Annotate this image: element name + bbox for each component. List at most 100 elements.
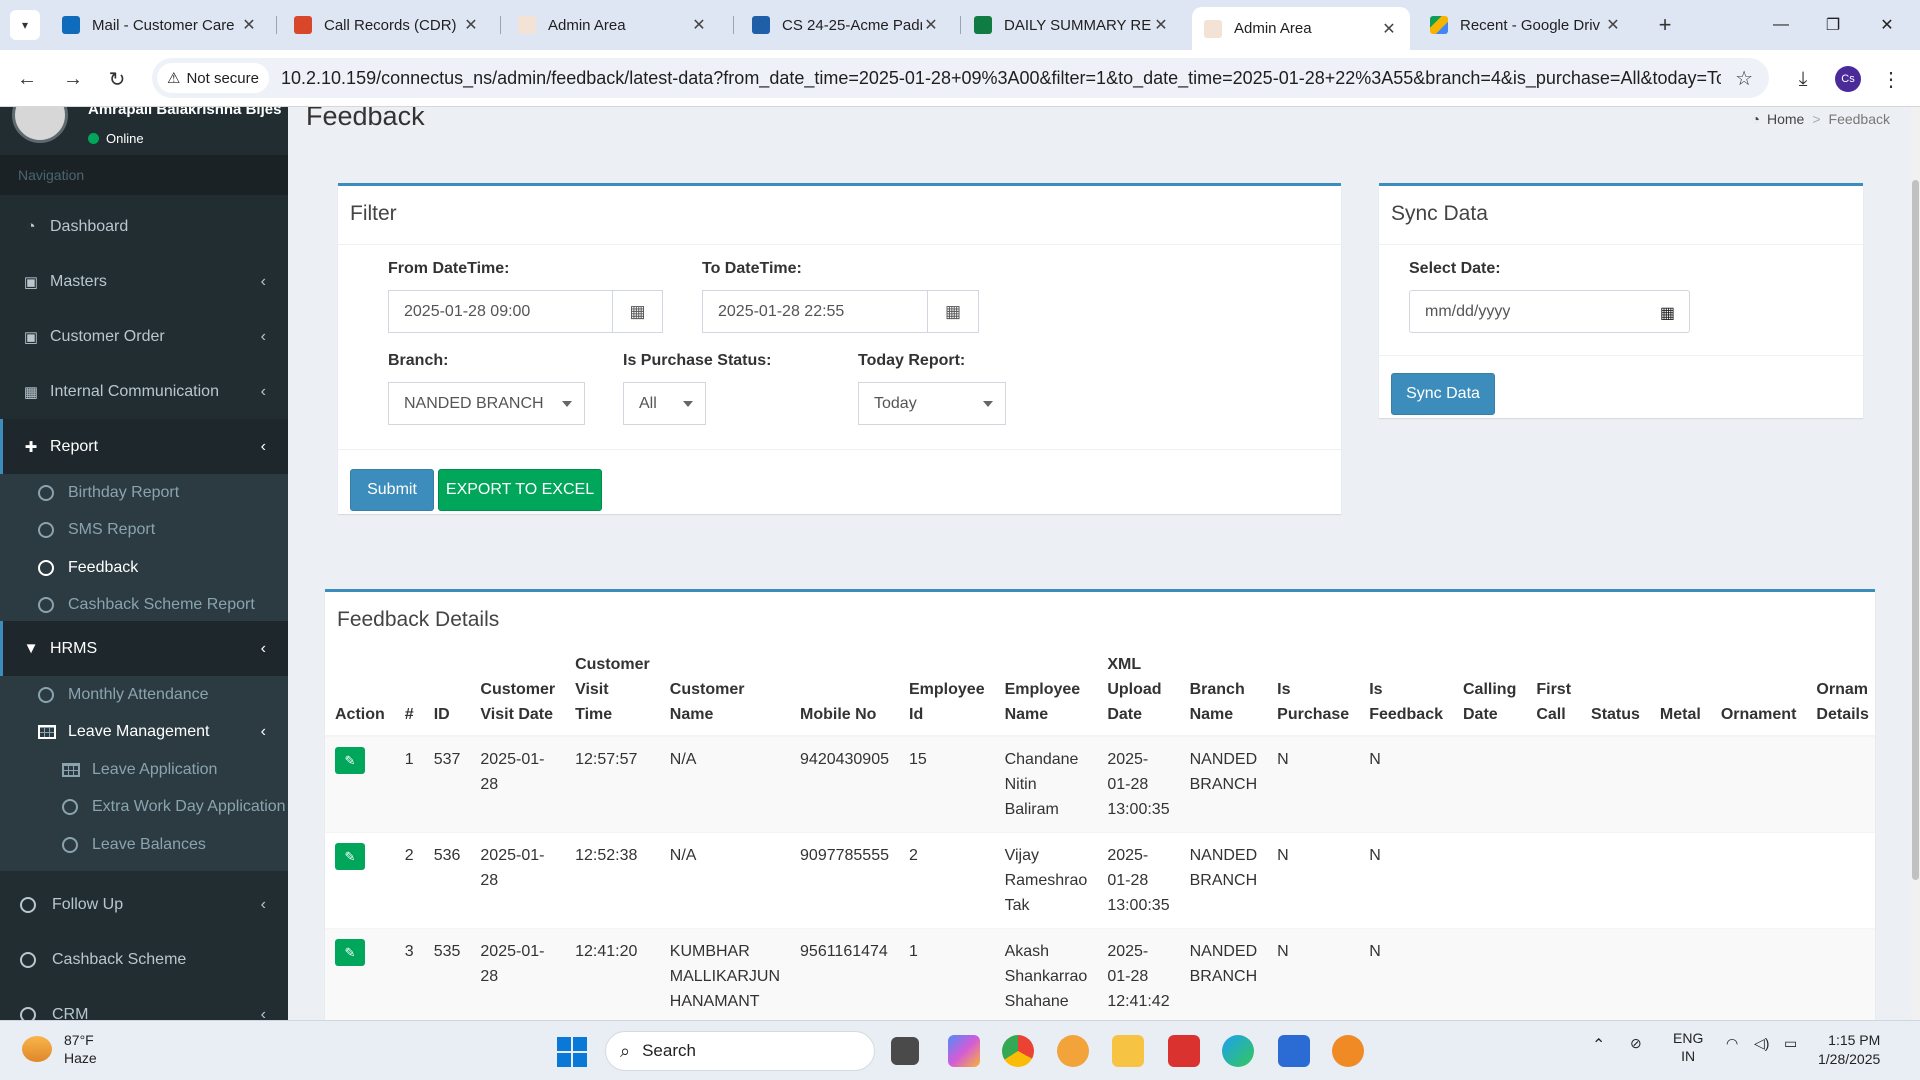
sidebar-item-customer-order[interactable]: ▣ Customer Order ‹ (0, 309, 288, 364)
column-header[interactable]: Branch Name (1179, 644, 1268, 737)
close-icon[interactable]: ✕ (462, 15, 480, 35)
edit-icon[interactable]: ✎ (335, 843, 365, 870)
profile-avatar[interactable]: Cs (1835, 66, 1861, 92)
edit-icon[interactable]: ✎ (335, 939, 365, 966)
volume-icon[interactable]: ◁) (1754, 1035, 1769, 1052)
sidebar-item-monthly-attendance[interactable]: Monthly Attendance (0, 676, 288, 713)
sidebar-item-masters[interactable]: ▣ Masters ‹ (0, 254, 288, 309)
column-header[interactable]: Status (1581, 644, 1650, 737)
column-header[interactable]: Customer Visit Date (470, 644, 566, 737)
address-bar[interactable]: ⚠ Not secure 10.2.10.159/connectus_ns/ad… (152, 58, 1769, 98)
tab-admin-area-active[interactable]: Admin Area ✕ (1192, 7, 1410, 50)
sidebar-item-crm[interactable]: CRM ‹ (0, 987, 288, 1020)
bookmark-star-icon[interactable]: ☆ (1735, 66, 1753, 91)
taskbar-search[interactable]: ⌕ Search (605, 1031, 875, 1071)
tab-mail[interactable]: Mail - Customer Care ✕ (50, 7, 270, 43)
sidebar-item-follow-up[interactable]: Follow Up ‹ (0, 877, 288, 932)
scrollbar-thumb[interactable] (1912, 180, 1919, 880)
weather-widget[interactable]: 87°F Haze (22, 1031, 97, 1067)
select-date-input[interactable]: mm/dd/yyyy ▦ (1409, 290, 1690, 333)
sidebar-item-leave-balances[interactable]: Leave Balances (0, 826, 288, 863)
submit-button[interactable]: Submit (350, 469, 434, 511)
tab-call-records[interactable]: Call Records (CDR) ✕ (282, 7, 492, 43)
branch-select[interactable]: NANDED BRANCH (388, 382, 585, 425)
sync-data-button[interactable]: Sync Data (1391, 373, 1495, 415)
breadcrumb-home-link[interactable]: Home (1767, 111, 1804, 127)
new-tab-button[interactable]: + (1650, 10, 1680, 40)
column-header[interactable]: XML Upload Date (1097, 644, 1180, 737)
sidebar-item-cashback-scheme-report[interactable]: Cashback Scheme Report (0, 586, 288, 623)
tab-search-button[interactable]: ▾ (10, 10, 40, 40)
edit-icon[interactable]: ✎ (335, 747, 365, 774)
calendar-icon[interactable]: ▦ (612, 290, 663, 333)
close-icon[interactable]: ✕ (1380, 19, 1398, 39)
close-icon[interactable]: ✕ (1604, 15, 1622, 35)
tab-admin-area-1[interactable]: Admin Area ✕ (506, 7, 720, 43)
from-datetime-input[interactable]: 2025-01-28 09:00 (388, 290, 613, 333)
column-header[interactable]: Ornament (1710, 644, 1807, 737)
column-header[interactable]: Action (325, 644, 395, 737)
column-header[interactable]: Customer Visit Time (565, 644, 660, 737)
edge-icon[interactable] (1222, 1035, 1254, 1067)
calendar-icon[interactable]: ▦ (927, 290, 979, 333)
battery-icon[interactable]: ▭ (1784, 1035, 1797, 1052)
column-header[interactable]: Is Feedback (1359, 644, 1453, 737)
column-header[interactable]: Metal (1649, 644, 1711, 737)
wifi-icon[interactable]: ◠ (1726, 1035, 1738, 1052)
export-excel-button[interactable]: EXPORT TO EXCEL (438, 469, 602, 511)
sidebar-item-dashboard[interactable]: ◔ Dashboard (0, 199, 288, 254)
tab-cs-acme[interactable]: CS 24-25-Acme Padr ✕ (740, 7, 952, 43)
column-header[interactable]: Customer Name (659, 644, 791, 737)
forward-arrow-icon[interactable]: → (58, 64, 88, 94)
copilot-icon[interactable] (948, 1035, 980, 1067)
column-header[interactable]: Is Purchase (1267, 644, 1360, 737)
sidebar-item-feedback[interactable]: Feedback (0, 549, 288, 586)
column-header[interactable]: Ornam Details (1806, 644, 1875, 737)
today-report-select[interactable]: Today (858, 382, 1006, 425)
tab-google-drive[interactable]: Recent - Google Driv ✕ (1418, 7, 1634, 43)
sidebar-item-hrms[interactable]: ▼ HRMS ‹ (0, 621, 288, 676)
file-explorer-icon[interactable] (1112, 1035, 1144, 1067)
network-off-icon[interactable]: ⊘ (1630, 1035, 1642, 1052)
close-icon[interactable]: ✕ (1152, 15, 1170, 35)
sidebar-item-report[interactable]: ✚ Report ‹ (0, 419, 288, 474)
close-icon[interactable]: ✕ (240, 15, 258, 35)
sidebar-item-birthday-report[interactable]: Birthday Report (0, 474, 288, 511)
sidebar-item-internal-communication[interactable]: ▦ Internal Communication ‹ (0, 364, 288, 419)
close-icon[interactable]: ✕ (690, 15, 708, 35)
column-header[interactable]: Calling Date (1453, 644, 1527, 737)
app-icon[interactable] (1057, 1035, 1089, 1067)
app-icon[interactable] (1332, 1035, 1364, 1067)
back-arrow-icon[interactable]: ← (12, 64, 42, 94)
sidebar-item-leave-management[interactable]: Leave Management ‹ (0, 713, 288, 750)
column-header[interactable]: # (394, 644, 424, 737)
calendar-icon[interactable]: ▦ (1660, 303, 1675, 323)
tab-daily-summary[interactable]: DAILY SUMMARY RE ✕ (962, 7, 1182, 43)
more-menu-icon[interactable]: ⋮ (1876, 64, 1906, 94)
wps-office-icon[interactable] (1168, 1035, 1200, 1067)
column-header[interactable]: ID (423, 644, 471, 737)
reload-icon[interactable]: ↻ (102, 64, 132, 94)
windows-start-icon[interactable] (557, 1037, 587, 1067)
sidebar-item-extra-work-day-application[interactable]: Extra Work Day Application (0, 788, 288, 825)
column-header[interactable]: First Call (1526, 644, 1582, 737)
column-header[interactable]: Mobile No (790, 644, 899, 737)
column-header[interactable]: Employee Name (994, 644, 1098, 737)
clock[interactable]: 1:15 PM 1/28/2025 (1818, 1031, 1880, 1069)
sidebar-item-sms-report[interactable]: SMS Report (0, 511, 288, 548)
sidebar-item-leave-application[interactable]: Leave Application (0, 751, 288, 788)
sidebar-item-cashback-scheme[interactable]: Cashback Scheme (0, 932, 288, 987)
minimize-icon[interactable]: — (1758, 8, 1804, 42)
column-header[interactable]: Employee Id (899, 644, 995, 737)
task-view-icon[interactable] (891, 1037, 919, 1065)
close-window-icon[interactable]: ✕ (1864, 8, 1910, 42)
chrome-icon[interactable] (1002, 1035, 1034, 1067)
close-icon[interactable]: ✕ (922, 15, 940, 35)
download-icon[interactable]: ⤓ (1788, 64, 1818, 94)
microsoft-store-icon[interactable] (1278, 1035, 1310, 1067)
to-datetime-input[interactable]: 2025-01-28 22:55 (702, 290, 928, 333)
not-secure-badge[interactable]: ⚠ Not secure (157, 63, 269, 93)
restore-icon[interactable]: ❐ (1810, 8, 1856, 42)
chevron-up-icon[interactable]: ⌃ (1592, 1035, 1605, 1055)
language-indicator[interactable]: ENG IN (1673, 1029, 1703, 1065)
